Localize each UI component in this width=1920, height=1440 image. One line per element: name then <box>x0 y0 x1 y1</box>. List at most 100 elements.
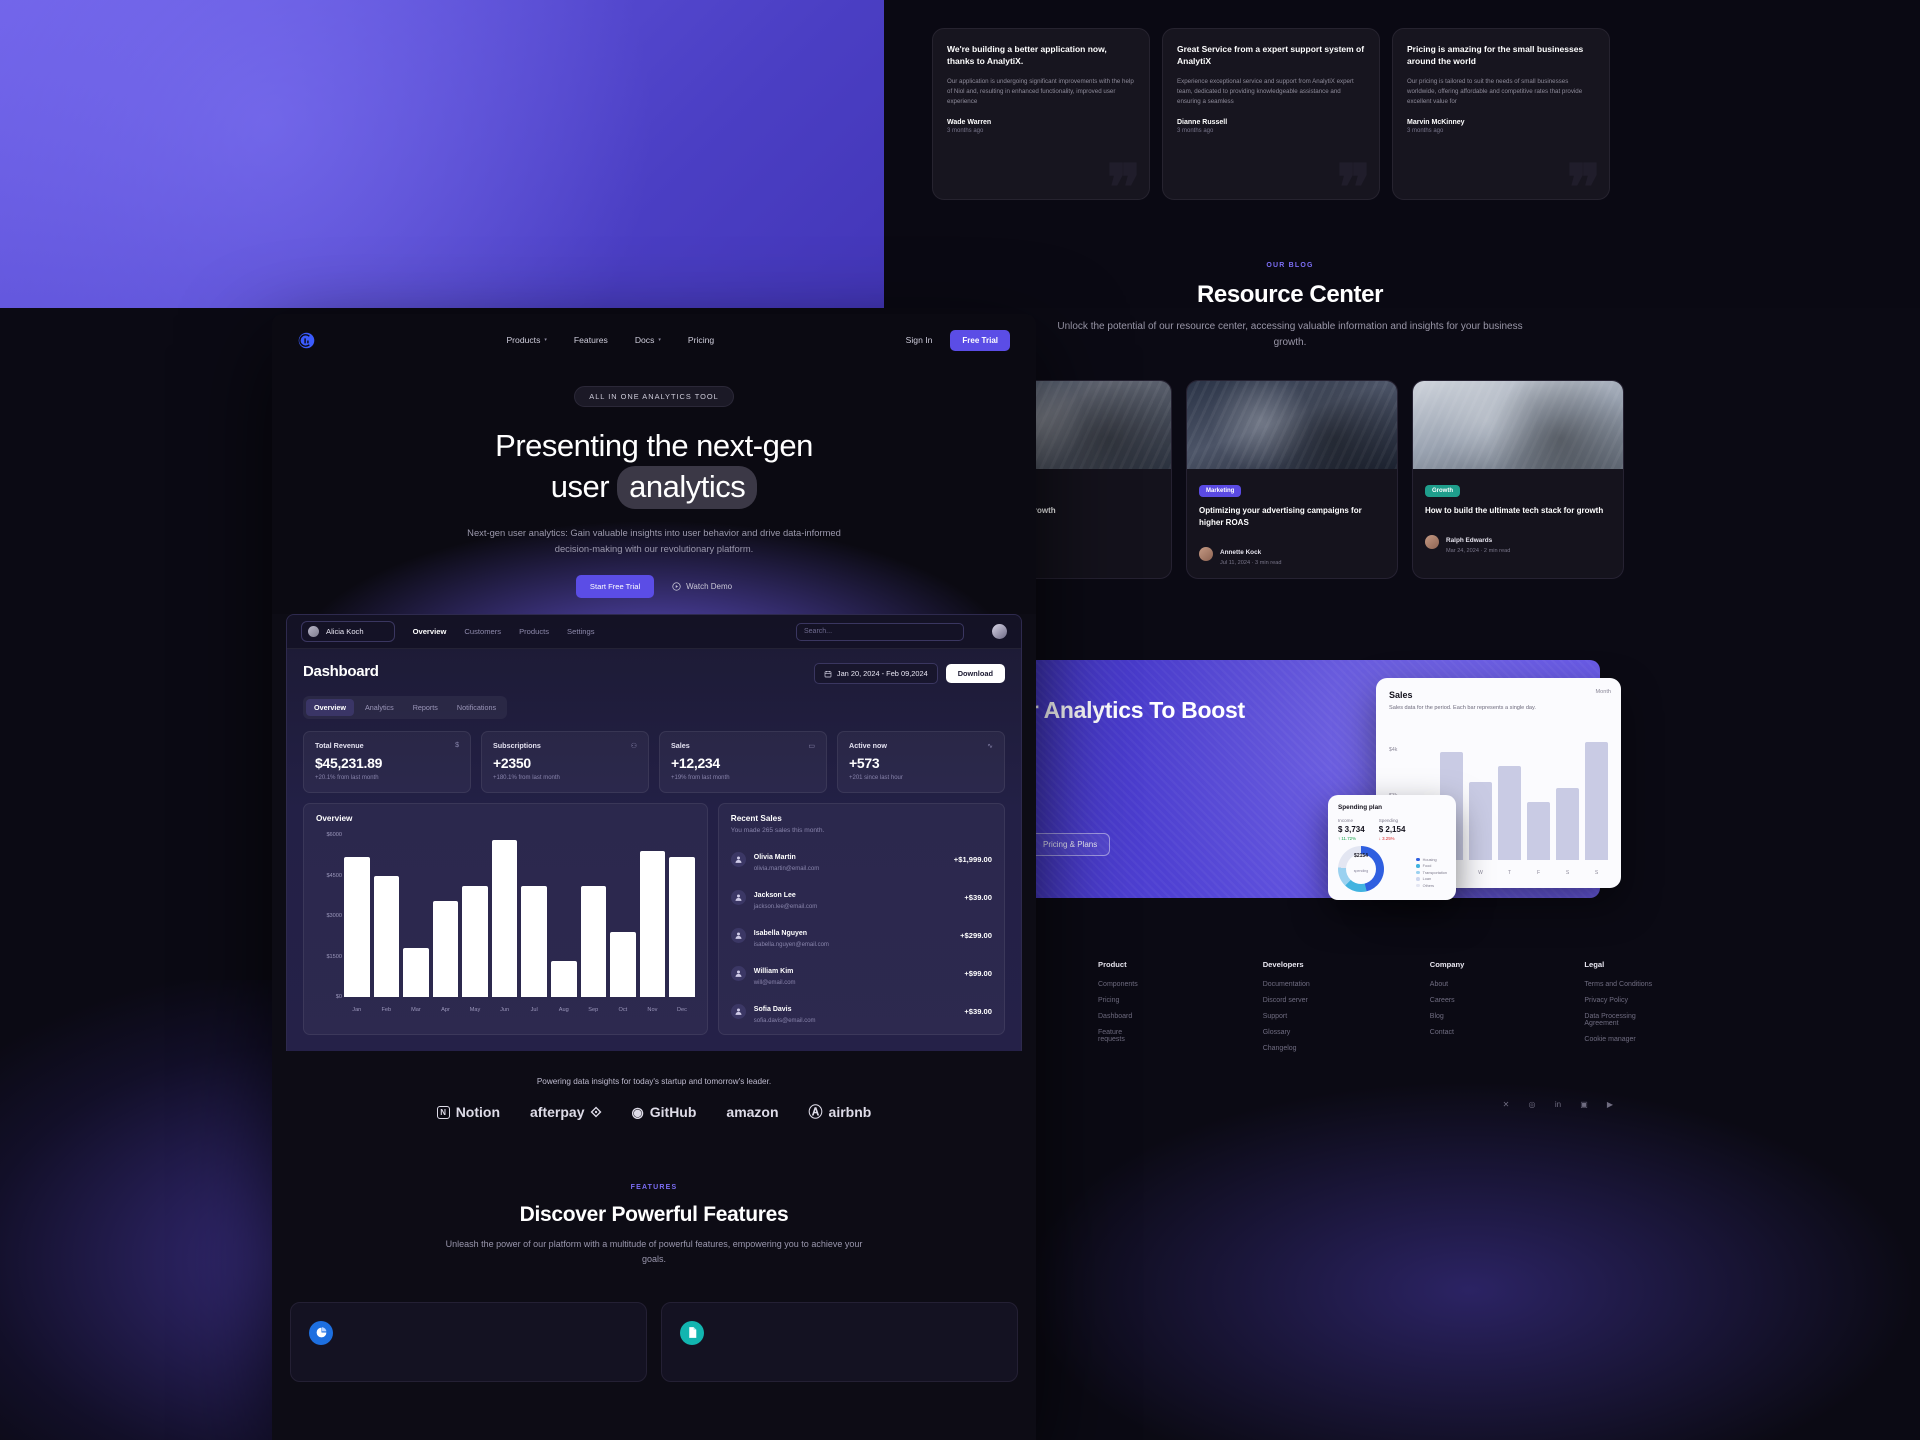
user-icon <box>735 894 742 901</box>
dash-nav-overview[interactable]: Overview <box>413 627 447 636</box>
date-range-picker[interactable]: Jan 20, 2024 - Feb 09,2024 <box>813 663 938 684</box>
footer-link[interactable]: Data Processing Agreement <box>1584 1013 1658 1027</box>
sale-name: Isabella Nguyen <box>753 930 808 937</box>
footer-link[interactable]: Changelog <box>1263 1045 1310 1052</box>
product-hunt-icon[interactable]: ◎ <box>1526 1098 1538 1110</box>
nav-item-products[interactable]: Products ▾ <box>506 335 546 345</box>
pricing-plans-button[interactable]: Pricing & Plans <box>1030 833 1111 856</box>
footer-link[interactable]: Privacy Policy <box>1584 997 1658 1004</box>
bar <box>403 948 429 997</box>
floating-sales-period[interactable]: Month <box>1595 689 1611 695</box>
tab-overview[interactable]: Overview <box>306 699 354 716</box>
instagram-icon[interactable]: ▣ <box>1578 1098 1590 1110</box>
sign-in-link[interactable]: Sign In <box>906 335 933 345</box>
footer-link[interactable]: Support <box>1263 1013 1310 1020</box>
footer-link[interactable]: Components <box>1098 981 1143 988</box>
user-switcher[interactable]: Alicia Koch <box>301 621 395 642</box>
footer-link[interactable]: Cookie manager <box>1584 1036 1658 1043</box>
logo-notion: N Notion <box>436 1104 500 1120</box>
y-tick: $4500 <box>326 872 342 879</box>
footer-link[interactable]: Contact <box>1430 1029 1465 1036</box>
resource-card-image <box>1187 381 1397 469</box>
footer-heading: Product <box>1098 960 1127 969</box>
stat-card-active-now: Active now ∿ +573 +201 since last hour <box>837 731 1005 793</box>
testimonial-body: Our application is undergoing significan… <box>947 77 1134 105</box>
footer-link[interactable]: Careers <box>1430 997 1465 1004</box>
footer-link[interactable]: Dashboard <box>1098 1013 1143 1020</box>
user-icon <box>735 970 742 977</box>
footer-link[interactable]: Pricing <box>1098 997 1143 1004</box>
bar <box>1585 742 1608 860</box>
sale-amount: +$39.00 <box>964 1006 992 1016</box>
y-tick: $3000 <box>326 913 342 919</box>
avatar <box>1425 534 1439 549</box>
feature-card[interactable] <box>661 1301 1018 1382</box>
footer-link[interactable]: Feature requests <box>1098 1029 1143 1043</box>
x-tick: T <box>1507 870 1512 876</box>
footer-link[interactable]: About <box>1430 981 1465 988</box>
airbnb-icon: Ⓐ <box>808 1104 823 1120</box>
footer-link[interactable]: Terms and Conditions <box>1584 981 1658 988</box>
features-section: FEATURES Discover Powerful Features Unle… <box>272 1184 1036 1382</box>
sale-name: Olivia Martin <box>753 854 796 861</box>
sale-email: jackson.lee@email.com <box>753 904 818 910</box>
resource-card-image <box>1413 381 1623 469</box>
resource-center-cards: is the ultimate growth Marketing Optimiz… <box>960 380 1624 579</box>
profile-avatar[interactable] <box>992 624 1007 639</box>
youtube-icon[interactable]: ▶ <box>1604 1098 1616 1110</box>
logos-note: Powering data insights for today's start… <box>536 1077 772 1086</box>
spending-value: $ 2,154 <box>1378 825 1406 834</box>
avatar <box>1199 546 1213 561</box>
resource-center-eyebrow: OUR BLOG <box>1266 262 1314 269</box>
tab-notifications[interactable]: Notifications <box>449 699 504 716</box>
features-title: Discover Powerful Features <box>519 1203 789 1226</box>
dash-nav-customers[interactable]: Customers <box>464 627 501 636</box>
footer-link[interactable]: Glossary <box>1263 1029 1310 1036</box>
resource-card[interactable]: Marketing Optimizing your advertising ca… <box>1186 380 1398 579</box>
twitter-icon[interactable]: ✕ <box>1500 1098 1512 1110</box>
user-name: Alicia Koch <box>326 627 364 636</box>
nav-item-features[interactable]: Features <box>574 335 608 345</box>
testimonial-time: 3 months ago <box>1407 127 1444 134</box>
overview-chart-panel: Overview $6000 $4500 $3000 $1500 $0 Jan F… <box>303 803 708 1035</box>
income-metric: Income $ 3,734 ↑ 11.72% <box>1338 818 1365 841</box>
income-value: $ 3,734 <box>1338 825 1365 834</box>
linkedin-icon[interactable]: in <box>1552 1098 1564 1110</box>
x-tick: Apr <box>441 1007 450 1013</box>
x-tick: Jan <box>352 1007 362 1013</box>
nav-item-docs[interactable]: Docs ▾ <box>635 335 661 345</box>
tab-analytics[interactable]: Analytics <box>357 699 402 716</box>
footer-link[interactable]: Discord server <box>1263 997 1310 1004</box>
legend-item: Food <box>1416 864 1447 868</box>
sale-info: Jackson Lee jackson.lee@email.com <box>754 884 817 910</box>
start-free-trial-button[interactable]: Start Free Trial <box>575 575 655 599</box>
bar <box>580 886 607 997</box>
quote-icon: ❞ <box>1106 151 1141 200</box>
watch-demo-button[interactable]: Watch Demo <box>672 582 732 591</box>
spending-label: Spending <box>1378 818 1399 823</box>
dash-nav-products[interactable]: Products <box>519 627 549 636</box>
download-button[interactable]: Download <box>945 664 1005 683</box>
resource-card[interactable]: Growth How to build the ultimate tech st… <box>1412 380 1624 579</box>
testimonial-title: Great Service from a expert support syst… <box>1177 44 1365 67</box>
y-tick: $0 <box>335 994 342 1000</box>
recent-sales-subtitle: You made 265 sales this month. <box>730 827 825 834</box>
testimonial-title: We're building a better application now,… <box>947 44 1107 67</box>
feature-card[interactable] <box>290 1301 647 1382</box>
stat-card-subscriptions: Subscriptions ⚇ +2350 +180.1% from last m… <box>481 731 649 793</box>
stat-label: Subscriptions <box>493 741 541 750</box>
search-placeholder: Search... <box>804 628 833 635</box>
footer-link[interactable]: Blog <box>1430 1013 1465 1020</box>
chevron-down-icon: ▾ <box>658 337 661 343</box>
sale-amount: +$39.00 <box>964 892 992 902</box>
footer-link[interactable]: Documentation <box>1263 981 1310 988</box>
dash-nav-settings[interactable]: Settings <box>567 627 594 636</box>
analytix-logo-icon[interactable] <box>298 332 315 349</box>
free-trial-button[interactable]: Free Trial <box>950 329 1010 351</box>
overview-title: Overview <box>316 814 353 823</box>
tab-reports[interactable]: Reports <box>405 699 446 716</box>
nav-item-pricing[interactable]: Pricing <box>688 335 714 345</box>
search-input[interactable]: Search... <box>796 622 964 641</box>
document-icon <box>680 1320 704 1345</box>
floating-spending-card: Spending plan Income $ 3,734 ↑ 11.72% Sp… <box>1328 795 1456 900</box>
